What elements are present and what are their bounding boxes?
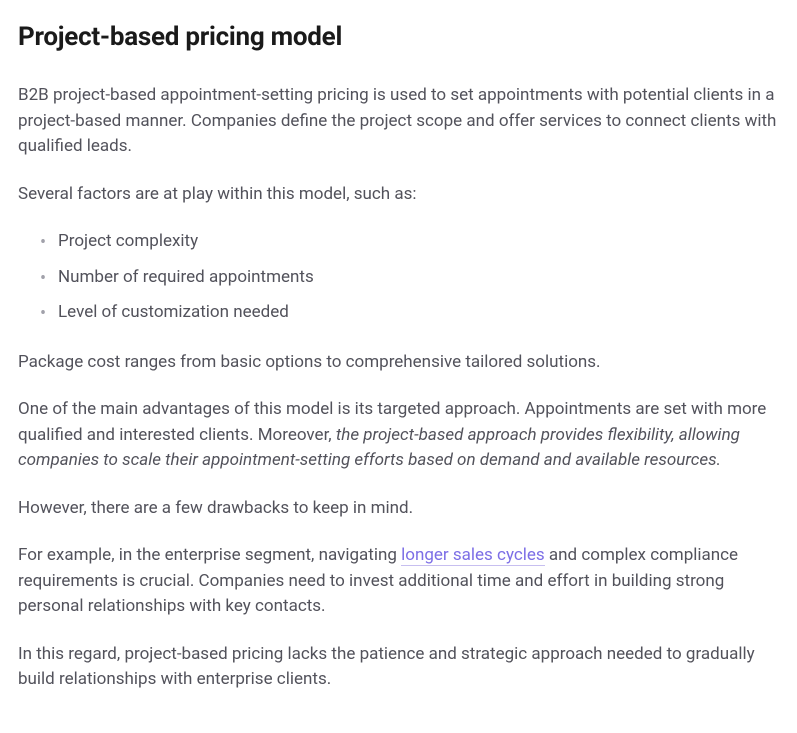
list-item: Project complexity: [58, 229, 779, 255]
paragraph-drawbacks-lead: However, there are a few drawbacks to ke…: [18, 496, 778, 522]
paragraph-example: For example, in the enterprise segment, …: [18, 543, 778, 620]
text-run: For example, in the enterprise segment, …: [18, 545, 401, 565]
factors-list: Project complexity Number of required ap…: [18, 229, 779, 326]
list-item: Level of customization needed: [58, 300, 779, 326]
paragraph-advantages: One of the main advantages of this model…: [18, 397, 778, 474]
longer-sales-cycles-link[interactable]: longer sales cycles: [401, 545, 545, 566]
paragraph-factors-lead: Several factors are at play within this …: [18, 182, 778, 208]
paragraph-intro: B2B project-based appointment-setting pr…: [18, 83, 778, 160]
paragraph-package-cost: Package cost ranges from basic options t…: [18, 350, 778, 376]
list-item: Number of required appointments: [58, 265, 779, 291]
page-title: Project-based pricing model: [18, 18, 779, 57]
